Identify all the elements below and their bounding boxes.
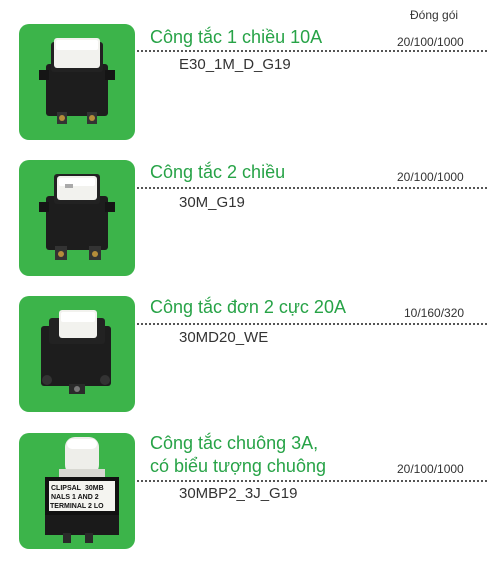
product-row-4: CLIPSAL 30MB NALS 1 AND 2 TERMINAL 2 LO … [0,433,491,553]
leader-dots [137,480,487,482]
product-packaging: 20/100/1000 [397,35,464,49]
product-row-1: Công tắc 1 chiều 10A 20/100/1000 E30_1M_… [0,24,491,144]
product-row-2: Công tắc 2 chiều 20/100/1000 30M_G19 [0,160,491,280]
product-thumbnail [19,296,135,412]
bell-press-switch-module-icon: CLIPSAL 30MB NALS 1 AND 2 TERMINAL 2 LO [45,437,119,543]
product-title-line1: Công tắc chuông 3A, [150,433,319,453]
product-thumbnail [19,160,135,276]
leader-dots [137,323,487,325]
product-packaging: 20/100/1000 [397,462,464,476]
module-brand-print: CLIPSAL [51,485,82,492]
product-code: 30MBP2_3J_G19 [179,485,298,502]
product-packaging: 20/100/1000 [397,170,464,184]
single-switch-module-icon [39,38,115,124]
module-print-line3: TERMINAL 2 LO [50,503,104,510]
product-packaging: 10/160/320 [404,306,465,320]
product-row-3: Công tắc đơn 2 cực 20A 10/160/320 30MD20… [0,296,491,416]
leader-dots [137,50,487,52]
product-title: Công tắc 1 chiều 10A [150,27,323,47]
two-way-switch-module-icon [39,174,115,260]
product-thumbnail [19,24,135,140]
product-thumbnail: CLIPSAL 30MB NALS 1 AND 2 TERMINAL 2 LO [19,433,135,549]
packaging-column-header: Đóng gói [410,8,459,22]
product-title: Công tắc 2 chiều [150,162,286,182]
product-title-line2: có biểu tượng chuông [150,456,326,476]
leader-dots [137,187,487,189]
product-code: E30_1M_D_G19 [179,56,291,73]
product-code: 30M_G19 [179,194,245,211]
module-print-line2: NALS 1 AND 2 [51,494,99,501]
module-model-print: 30MB [85,485,104,492]
product-code: 30MD20_WE [179,329,269,346]
product-title: Công tắc đơn 2 cực 20A [150,297,346,317]
double-pole-switch-module-icon [41,310,111,394]
